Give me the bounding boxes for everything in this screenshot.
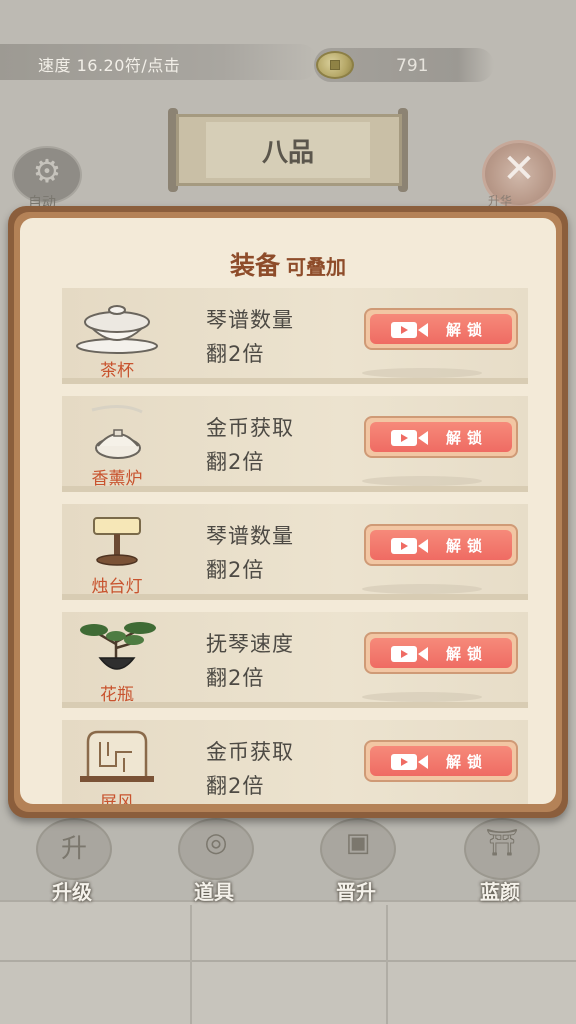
item-multiplier: 翻2倍	[206, 774, 265, 798]
item-multiplier: 翻2倍	[206, 450, 265, 474]
unlock-label: 解锁	[446, 753, 489, 771]
nav-label: 道具	[194, 880, 234, 904]
gear-icon: ⚙	[32, 152, 62, 190]
background-floor	[0, 900, 576, 1024]
candle-lamp-icon	[93, 517, 141, 566]
video-icon	[391, 538, 428, 554]
ink-decoration	[362, 476, 482, 486]
item-name: 屏风	[100, 793, 134, 804]
unlock-button[interactable]: 解锁	[364, 524, 518, 566]
item-multiplier: 翻2倍	[206, 558, 265, 582]
screen-icon	[80, 730, 154, 782]
close-icon: ✕	[502, 146, 536, 192]
pavilion-icon: ⛩	[485, 828, 519, 858]
speed-text: 速度 16.20符/点击	[38, 56, 181, 75]
unlock-label: 解锁	[446, 537, 489, 555]
unlock-label: 解锁	[446, 429, 489, 447]
nav-items[interactable]: ◎ 道具	[164, 812, 264, 904]
video-icon	[391, 754, 428, 770]
nav-promote[interactable]: ▣ 晋升	[306, 812, 406, 904]
bonsai-vase-icon	[80, 622, 156, 670]
unlock-label: 解锁	[446, 321, 489, 339]
equipment-list[interactable]: 茶杯 琴谱数量 翻2倍 解锁 香薰炉 金币获取 翻2倍 解锁 烛台灯 琴谱数量 …	[20, 218, 556, 804]
list-item: 香薰炉 金币获取 翻2倍 解锁	[62, 396, 528, 492]
ink-decoration	[362, 368, 482, 378]
item-multiplier: 翻2倍	[206, 342, 265, 366]
teacup-icon	[76, 305, 158, 354]
nav-companion[interactable]: ⛩ 蓝颜	[450, 812, 550, 904]
unlock-button-face: 解锁	[370, 746, 512, 776]
upgrade-tablet-icon: 升	[60, 834, 87, 864]
item-effect: 琴谱数量	[206, 308, 294, 332]
video-icon	[391, 430, 428, 446]
unlock-button-face: 解锁	[370, 422, 512, 452]
nav-label: 升级	[52, 880, 92, 904]
unlock-button-face: 解锁	[370, 314, 512, 344]
list-item: 烛台灯 琴谱数量 翻2倍 解锁	[62, 504, 528, 600]
video-icon	[391, 646, 428, 662]
nav-upgrade[interactable]: 升 升级	[22, 812, 122, 904]
coin-count: 791	[396, 56, 429, 76]
item-effect: 金币获取	[206, 416, 294, 440]
floor-tile-line	[190, 905, 192, 1024]
item-multiplier: 翻2倍	[206, 666, 265, 690]
unlock-label: 解锁	[446, 645, 489, 663]
item-effect: 抚琴速度	[206, 632, 294, 656]
coin-hole	[330, 60, 340, 70]
video-icon	[391, 322, 428, 338]
seal-icon: ▣	[345, 828, 371, 858]
incense-burner-icon	[91, 405, 143, 459]
unlock-button[interactable]: 解锁	[364, 740, 518, 782]
unlock-button[interactable]: 解锁	[364, 632, 518, 674]
list-item: 花瓶 抚琴速度 翻2倍 解锁	[62, 612, 528, 708]
ink-decoration	[362, 584, 482, 594]
ink-decoration	[362, 692, 482, 702]
floor-tile-line	[386, 905, 388, 1024]
item-effect: 琴谱数量	[206, 524, 294, 548]
item-effect: 金币获取	[206, 740, 294, 764]
nav-label: 蓝颜	[480, 880, 520, 904]
item-name: 香薰炉	[91, 469, 143, 489]
unlock-button-face: 解锁	[370, 638, 512, 668]
item-name: 茶杯	[100, 361, 134, 381]
item-name: 花瓶	[100, 685, 134, 705]
rank-title: 八品	[261, 138, 314, 168]
item-name: 烛台灯	[91, 577, 143, 597]
floor-line	[0, 960, 576, 962]
unlock-button[interactable]: 解锁	[364, 416, 518, 458]
jade-pendant-icon: ◎	[204, 828, 228, 858]
unlock-button-face: 解锁	[370, 530, 512, 560]
unlock-button[interactable]: 解锁	[364, 308, 518, 350]
equipment-modal: 装备 可叠加 茶杯 琴谱数量 翻2倍 解锁 香薰炉 金币获取 翻2倍 解锁 烛台…	[20, 218, 556, 804]
list-item: 茶杯 琴谱数量 翻2倍 解锁	[62, 288, 528, 384]
nav-label: 晋升	[336, 880, 376, 904]
list-item: 屏风 金币获取 翻2倍 解锁	[62, 720, 528, 804]
